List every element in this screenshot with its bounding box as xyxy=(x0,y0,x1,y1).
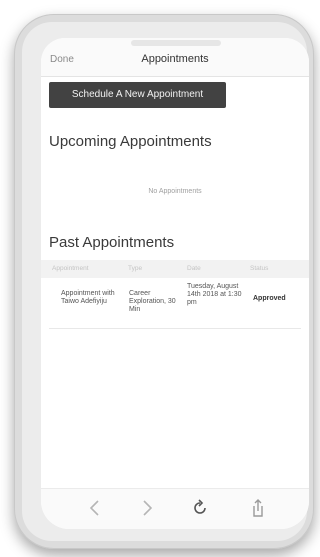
navigation-bar: Done Appointments xyxy=(41,38,309,77)
table-row[interactable]: Appointment with Taiwo Adefiyiju Career … xyxy=(49,282,301,329)
cell-date: Tuesday, August 14th 2018 at 1:30 pm xyxy=(187,283,242,306)
column-header-appointment: Appointment xyxy=(52,265,89,272)
column-header-date: Date xyxy=(187,265,201,272)
reload-icon[interactable] xyxy=(189,497,211,519)
status-bar xyxy=(131,40,221,46)
share-icon[interactable] xyxy=(247,497,269,519)
schedule-appointment-button[interactable]: Schedule A New Appointment xyxy=(49,82,226,108)
no-appointments-message: No Appointments xyxy=(148,188,202,195)
column-header-status: Status xyxy=(250,265,269,272)
past-appointments-heading: Past Appointments xyxy=(49,234,175,251)
browser-toolbar xyxy=(41,488,309,529)
cell-type: Career Exploration, 30 Min xyxy=(129,290,176,313)
app-screen: Done Appointments Schedule A New Appoint… xyxy=(41,38,309,529)
back-icon[interactable] xyxy=(85,497,107,519)
cell-appointment: Appointment with Taiwo Adefiyiju xyxy=(61,290,115,305)
column-header-type: Type xyxy=(128,265,143,272)
upcoming-appointments-heading: Upcoming Appointments xyxy=(49,133,212,150)
forward-icon[interactable] xyxy=(135,497,157,519)
cell-status: Approved xyxy=(253,295,286,302)
page-title: Appointments xyxy=(141,53,209,65)
table-header: Appointment Type Date Status xyxy=(41,260,309,278)
